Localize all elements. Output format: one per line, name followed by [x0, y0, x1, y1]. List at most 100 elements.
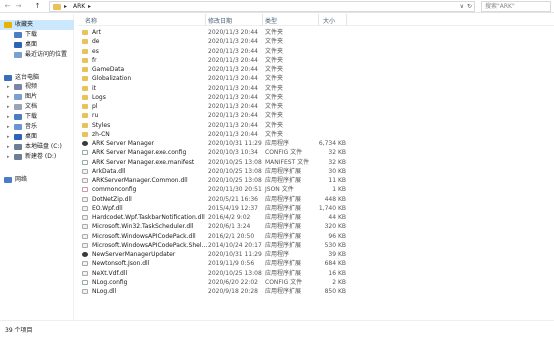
file-row[interactable]: GameData 2020/11/3 20:44 文件夹 [78, 65, 554, 74]
file-row[interactable]: es 2020/11/3 20:44 文件夹 [78, 47, 554, 56]
column-divider[interactable] [318, 14, 319, 26]
file-name: Art [92, 29, 101, 36]
sidebar-item[interactable]: ▸ 文档 [7, 102, 37, 112]
sidebar-item[interactable]: 收藏夹 [0, 20, 74, 30]
chevron-down-icon[interactable]: ∨ [460, 2, 464, 12]
expand-icon[interactable]: ▸ [7, 82, 10, 92]
sidebar-item[interactable]: ▸ 桌面 [7, 132, 37, 142]
file-name: NeXt.Vdf.dll [92, 269, 128, 277]
sidebar-item[interactable]: 网络 [4, 175, 27, 185]
file-row[interactable]: Globalization 2020/11/3 20:44 文件夹 [78, 74, 554, 83]
search-input[interactable]: 搜索"ARK" [481, 1, 551, 12]
file-row[interactable]: NLog.config 2020/6/20 22:02 CONFIG 文件 2 KB [78, 278, 554, 287]
file-row[interactable]: Logs 2020/11/3 20:44 文件夹 [78, 93, 554, 102]
chevron-right-icon[interactable]: ▸ [88, 2, 91, 12]
sidebar-item-label: 音乐 [25, 123, 38, 130]
column-size[interactable]: 大小 [323, 16, 335, 25]
expand-icon[interactable]: ▸ [7, 112, 10, 122]
file-icon [82, 261, 88, 267]
column-name[interactable]: 名称 [85, 16, 97, 25]
file-name: Styles [92, 121, 111, 129]
file-row[interactable]: fr 2020/11/3 20:44 文件夹 [78, 56, 554, 65]
file-name: Microsoft.WindowsAPICodePack.Shel... [92, 241, 208, 249]
sidebar-item[interactable]: ▸ 本地磁盘 (C:) [7, 142, 62, 152]
file-date: 2020/6/1 3:24 [208, 223, 251, 231]
sidebar-item[interactable]: 下载 [14, 30, 37, 40]
expand-icon[interactable]: ▸ [7, 142, 10, 152]
sidebar-item-label: 本地磁盘 (C:) [25, 143, 62, 150]
file-name: it [92, 84, 97, 92]
file-size: 320 KB [324, 223, 346, 231]
column-divider[interactable] [346, 14, 347, 26]
file-type: 文件夹 [265, 121, 284, 129]
column-divider[interactable] [205, 14, 206, 26]
forward-icon[interactable]: → [14, 2, 23, 11]
file-name: NLog.dll [92, 288, 117, 295]
file-row[interactable]: Microsoft.Win32.TaskScheduler.dll 2020/6/… [78, 222, 554, 231]
file-size: 2 KB [332, 278, 346, 286]
file-row[interactable]: NewServerManagerUpdater 2020/10/31 11:29 应… [78, 250, 554, 259]
app-icon [82, 252, 88, 257]
file-icon [82, 289, 88, 294]
documents-icon [14, 103, 22, 110]
sidebar-item[interactable]: ▸ 新建卷 (D:) [7, 152, 56, 162]
expand-icon[interactable]: ▸ [7, 92, 10, 102]
column-date[interactable]: 修改日期 [208, 16, 232, 25]
expand-icon[interactable]: ▸ [7, 102, 10, 112]
sidebar-item[interactable]: ▸ 视频 [7, 82, 37, 92]
sidebar-item[interactable]: 最近访问的位置 [14, 50, 67, 60]
file-icon [82, 159, 88, 165]
file-row[interactable]: Styles 2020/11/3 20:44 文件夹 [78, 121, 554, 130]
desktop-icon [14, 133, 22, 140]
file-name: NLog.config [92, 278, 128, 286]
file-row[interactable]: ArkData.dll 2020/10/25 13:08 应用程序扩展 30 KB [78, 167, 554, 176]
file-row[interactable]: NeXt.Vdf.dll 2020/10/25 13:08 应用程序扩展 16 KB [78, 269, 554, 278]
refresh-icon[interactable]: ↻ [467, 2, 472, 12]
sidebar-item-label: 桌面 [25, 41, 38, 48]
file-row[interactable]: pl 2020/11/3 20:44 文件夹 [78, 102, 554, 111]
sidebar-item[interactable]: ▸ 音乐 [7, 122, 38, 132]
sidebar-item[interactable]: ▸ 图片 [7, 92, 37, 102]
file-row[interactable]: it 2020/11/3 20:44 文件夹 [78, 84, 554, 93]
address-bar[interactable]: ▸ ARK ▸ ∨ ↻ [49, 1, 475, 12]
file-row[interactable]: DotNetZip.dll 2020/5/21 16:36 应用程序扩展 448 KB [78, 195, 554, 204]
file-row[interactable]: EO.Wpf.dll 2015/4/19 12:37 应用程序扩展 1,740 KB [78, 204, 554, 213]
file-date: 2020/11/3 20:44 [208, 66, 258, 73]
breadcrumb-item[interactable]: ARK [73, 2, 85, 12]
file-row[interactable]: Microsoft.WindowsAPICodePack.dll 2016/2/1… [78, 232, 554, 241]
sidebar-item[interactable]: 桌面 [14, 40, 37, 50]
back-icon[interactable]: ← [3, 2, 12, 11]
file-name: ARK Server Manager.exe.config [92, 149, 187, 157]
file-row[interactable]: Hardcodet.Wpf.TaskbarNotification.dll 201… [78, 213, 554, 222]
file-row[interactable]: commonconfig 2020/11/30 20:51 JSON 文件 1 KB [78, 185, 554, 194]
file-name: EO.Wpf.dll [92, 204, 123, 212]
file-row[interactable]: ARKServerManager.Common.dll 2020/10/25 13… [78, 176, 554, 185]
file-row[interactable]: Microsoft.WindowsAPICodePack.Shel... 2014… [78, 241, 554, 250]
expand-icon[interactable]: ▸ [7, 122, 10, 132]
file-row[interactable]: Art 2020/11/3 20:44 文件夹 [78, 28, 554, 37]
file-row[interactable]: Newtonsoft.Json.dll 2019/11/9 0:56 应用程序扩展 6… [78, 259, 554, 268]
file-row[interactable]: ARK Server Manager.exe.config 2020/10/3 1… [78, 148, 554, 157]
file-row[interactable]: ARK Server Manager 2020/10/31 11:29 应用程序 6,… [78, 139, 554, 148]
file-row[interactable]: de 2020/11/3 20:44 文件夹 [78, 37, 554, 46]
file-size: 448 KB [324, 195, 346, 203]
file-size: 11 KB [328, 177, 346, 184]
drive-icon [14, 153, 22, 160]
file-name: GameData [92, 66, 125, 73]
file-icon [82, 187, 88, 193]
sidebar-item[interactable]: ▸ 下载 [7, 112, 37, 122]
file-row[interactable]: zh-CN 2020/11/3 20:44 文件夹 [78, 130, 554, 139]
item-count: 39 个项目 [5, 327, 33, 334]
column-divider[interactable] [262, 14, 263, 26]
file-row[interactable]: ru 2020/11/3 20:44 文件夹 [78, 111, 554, 120]
column-type[interactable]: 类型 [265, 16, 277, 25]
up-icon[interactable]: ↑ [33, 2, 42, 11]
expand-icon[interactable]: ▸ [7, 132, 10, 142]
file-date: 2019/11/9 0:56 [208, 260, 255, 268]
file-type: 文件夹 [265, 84, 284, 92]
file-date: 2020/10/25 13:08 [208, 167, 262, 175]
file-row[interactable]: NLog.dll 2020/9/18 20:28 应用程序扩展 850 KB [78, 287, 554, 296]
expand-icon[interactable]: ▸ [7, 152, 10, 162]
file-row[interactable]: ARK Server Manager.exe.manifest 2020/10/2… [78, 158, 554, 167]
file-date: 2020/6/20 22:02 [208, 278, 258, 286]
